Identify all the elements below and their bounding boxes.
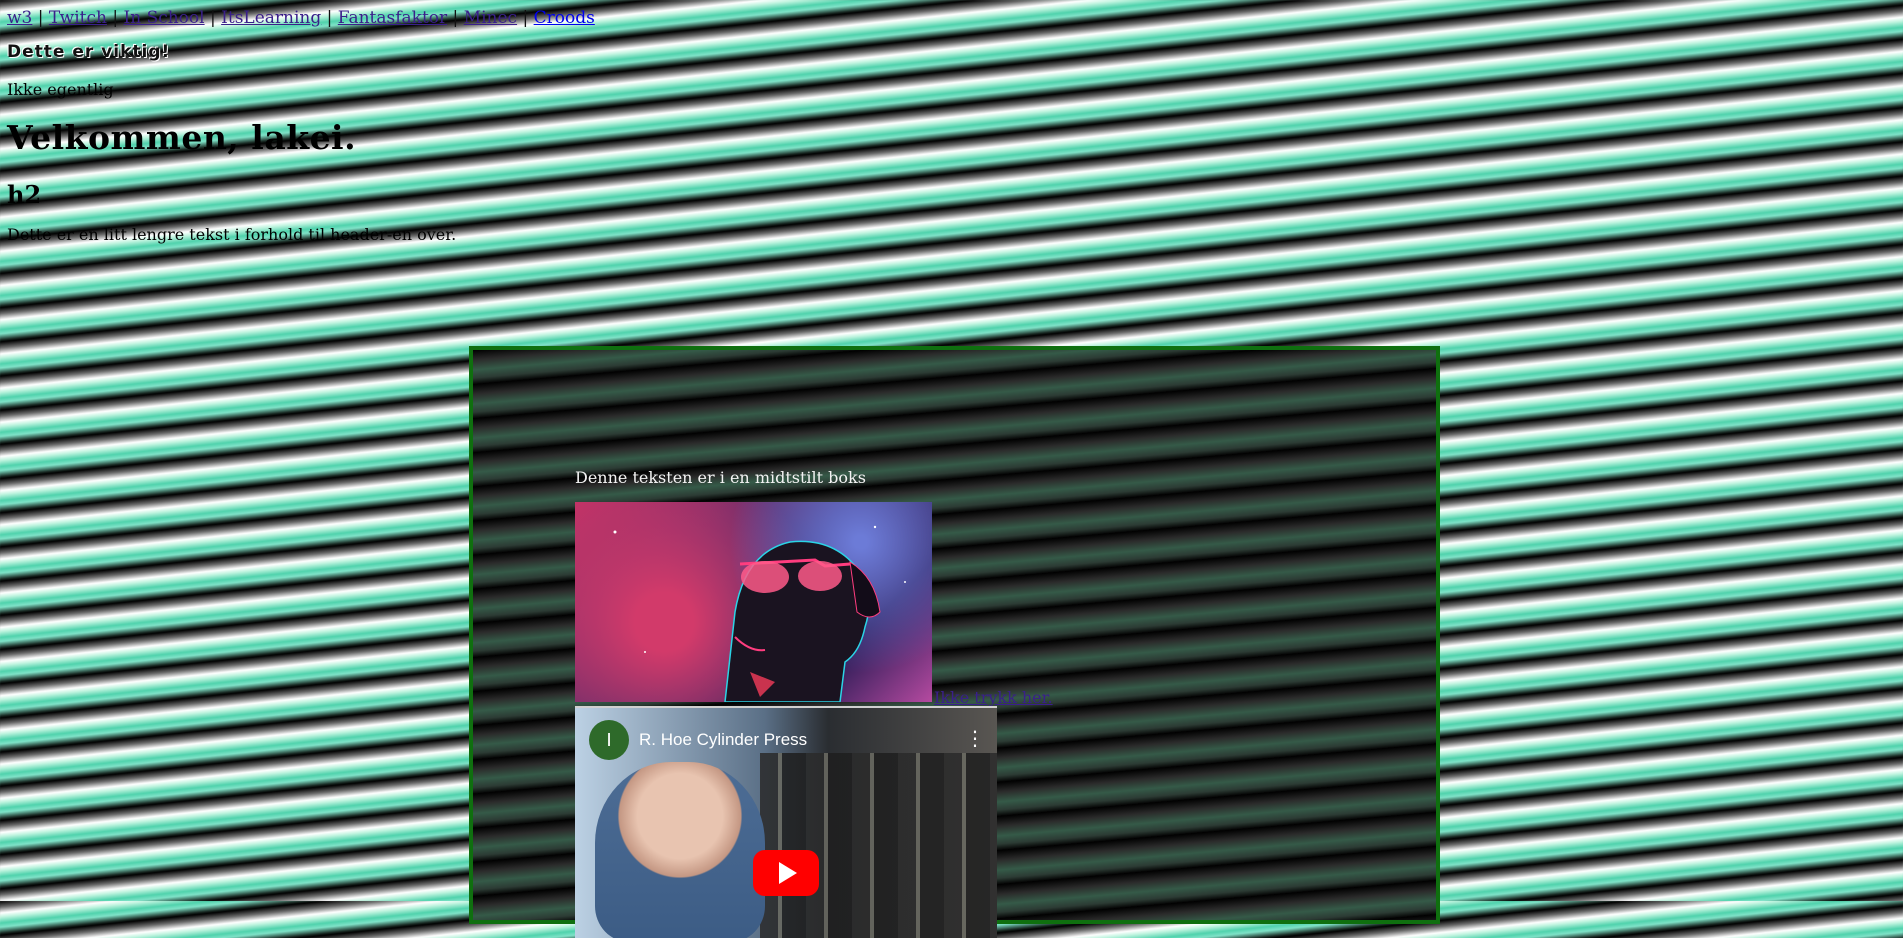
subtitle-text: Ikke egentlig xyxy=(7,80,114,99)
centered-box: Denne teksten er i en midtstilt boks Ikk… xyxy=(469,346,1440,938)
top-nav: w3 | Twitch | In School | ItsLearning | … xyxy=(7,6,595,30)
channel-avatar[interactable]: I xyxy=(589,720,629,760)
nav-separator: | xyxy=(210,8,216,28)
nav-separator: | xyxy=(452,8,459,28)
nav-separator: | xyxy=(522,8,529,28)
more-vertical-icon[interactable]: ⋮ xyxy=(965,726,985,750)
nav-link-croods[interactable]: Croods xyxy=(534,8,595,28)
intro-paragraph: Dette er en litt lengre tekst i forhold … xyxy=(7,225,457,244)
youtube-play-icon[interactable] xyxy=(753,850,819,896)
nav-link-minec[interactable]: Minec xyxy=(464,8,517,28)
video-thumbnail-person xyxy=(595,762,765,938)
nav-link-fantasfaktor[interactable]: Fantasfaktor xyxy=(338,8,447,28)
video-title[interactable]: R. Hoe Cylinder Press xyxy=(639,730,807,750)
video-thumbnail-background xyxy=(760,753,997,938)
youtube-embed[interactable]: I R. Hoe Cylinder Press ⋮ xyxy=(575,706,997,938)
nav-link-w3[interactable]: w3 xyxy=(7,8,32,28)
nav-link-itslearning[interactable]: ItsLearning xyxy=(221,8,321,28)
box-text: Denne teksten er i en midtstilt boks xyxy=(575,468,866,487)
dog-image xyxy=(575,502,932,702)
nav-link-twitch[interactable]: Twitch xyxy=(49,8,107,28)
nav-separator: | xyxy=(112,8,119,28)
nav-link-in-school[interactable]: In School xyxy=(124,8,205,28)
dont-click-link[interactable]: Ikke trykk her. xyxy=(934,688,1053,707)
nav-separator: | xyxy=(326,8,333,28)
important-heading: Dette er viktig! xyxy=(7,42,171,62)
page-title: Velkommen, lakei. xyxy=(7,118,357,157)
section-heading: h2 xyxy=(7,180,42,209)
nav-separator: | xyxy=(37,8,44,28)
